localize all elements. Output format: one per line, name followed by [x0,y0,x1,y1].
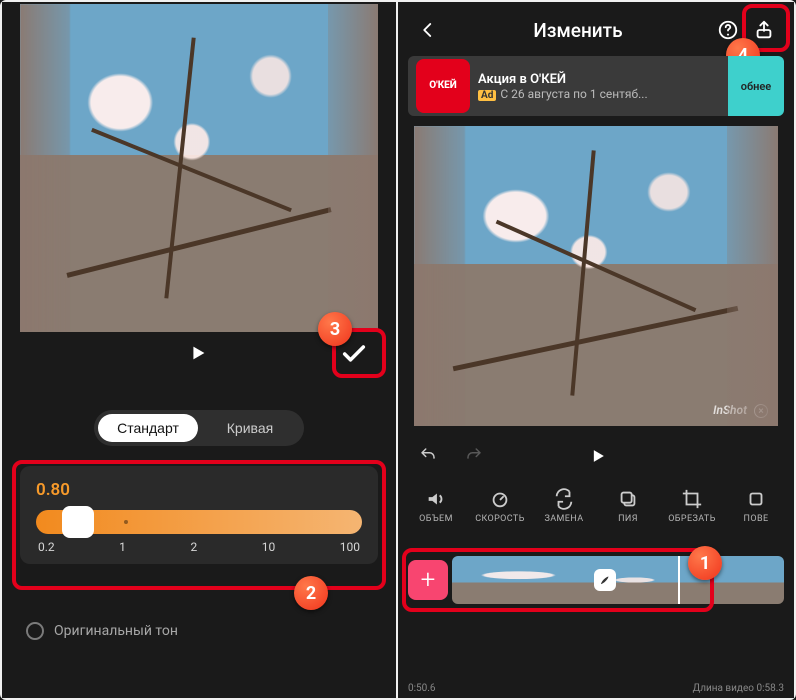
original-tone-label: Оригинальный тон [54,623,178,639]
speed-ticks: 0.2 1 2 10 100 [36,540,362,554]
tool-speed[interactable]: СКОРОСТЬ [470,488,530,524]
clip-thumbnail[interactable] [452,556,784,604]
undo-redo-group [418,446,484,468]
radio-icon [26,622,44,640]
top-bar: Изменить [398,8,794,52]
speed-mode-tabs: Стандарт Кривая [94,410,304,446]
editor-main-screen: Изменить 4 О'КЕЙ Акция в О'КЕЙ AdС 26 ав… [398,2,794,698]
back-button[interactable] [410,21,446,39]
edit-toolbar: ОБЪЕМ СКОРОСТЬ ЗАМЕНА ПИЯ ОБРЕЗАТЬ ПОВЕ [398,488,794,524]
clip-speed-icon [594,569,616,591]
status-bar: 0:50.6 Длина видео 0:58.3 [398,683,794,694]
tab-curve[interactable]: Кривая [200,414,300,442]
ad-cta[interactable]: обнее [728,56,784,116]
speed-slider-track[interactable] [36,510,362,534]
speed-value: 0.80 [36,480,362,500]
export-button[interactable] [746,19,782,41]
speed-slider-thumb[interactable] [62,506,94,538]
video-length: Длина видео 0:58.3 [693,683,784,694]
tool-crop[interactable]: ОБРЕЗАТЬ [662,488,722,524]
page-title: Изменить [446,19,710,42]
tool-copy[interactable]: ПИЯ [598,488,658,524]
tool-replace[interactable]: ЗАМЕНА [534,488,594,524]
video-preview [20,4,378,332]
speed-slider-panel: 0.80 0.2 1 2 10 100 [20,466,378,564]
play-button[interactable] [588,446,608,466]
tab-standard[interactable]: Стандарт [98,414,198,442]
playhead[interactable] [678,556,680,604]
ad-text: Акция в О'КЕЙ AdС 26 августа по 1 сентяб… [478,72,728,101]
play-button[interactable] [187,342,209,364]
tool-volume[interactable]: ОБЪЕМ [406,488,466,524]
playhead-time: 0:50.6 [408,683,436,694]
speed-edit-screen: 3 Стандарт Кривая 0.80 0.2 1 2 10 100 2 [2,2,398,698]
watermark[interactable]: InShot × [713,403,768,419]
undo-button[interactable] [418,446,438,468]
remove-watermark-icon[interactable]: × [754,404,768,418]
step-badge-2: 2 [294,576,328,610]
ad-banner[interactable]: О'КЕЙ Акция в О'КЕЙ AdС 26 августа по 1 … [408,56,784,116]
original-tone-toggle[interactable]: Оригинальный тон [26,622,178,640]
tool-rotate[interactable]: ПОВЕ [726,488,786,524]
redo-button[interactable] [464,446,484,468]
add-clip-button[interactable]: + [408,560,448,600]
confirm-button[interactable] [334,334,374,374]
ad-logo: О'КЕЙ [416,59,470,113]
video-preview: InShot × [414,126,778,426]
help-button[interactable] [710,19,746,41]
timeline: + [408,554,784,606]
